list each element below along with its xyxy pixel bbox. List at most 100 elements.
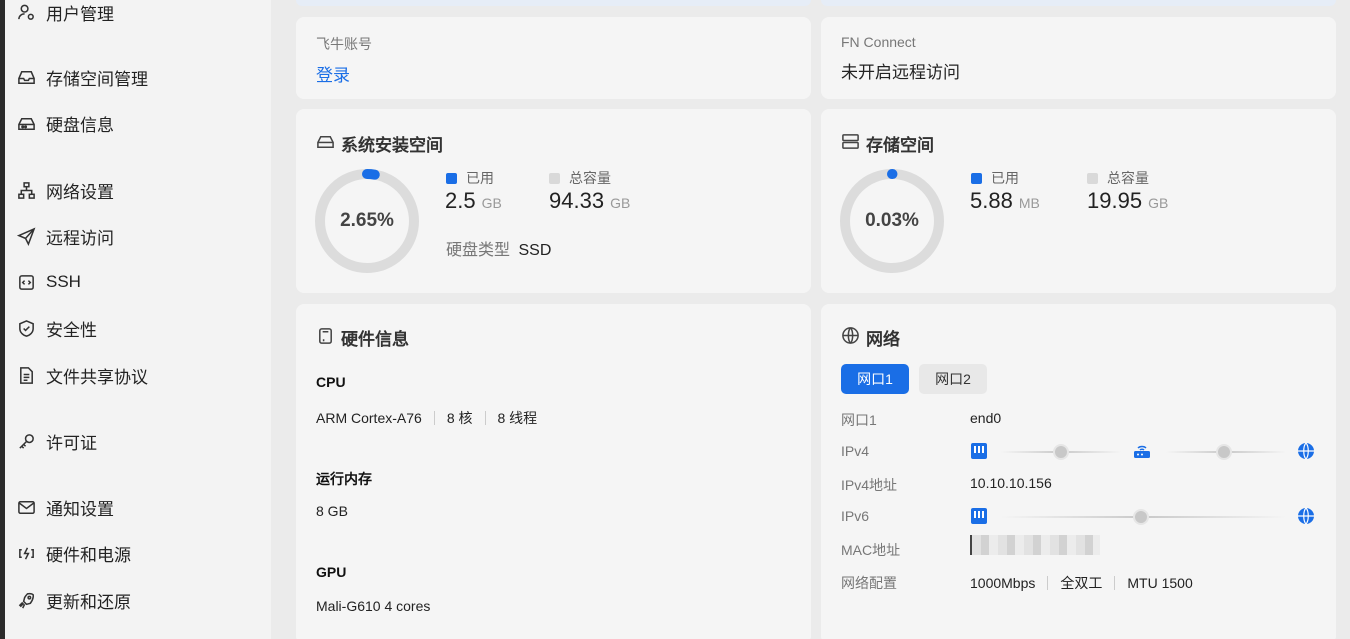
divider — [1114, 576, 1116, 590]
system-space-percent: 2.65% — [340, 210, 394, 231]
document-icon — [16, 365, 36, 385]
gpu-value: Mali-G610 4 cores — [316, 598, 431, 614]
sidebar-item-notifications[interactable]: 通知设置 — [16, 494, 114, 520]
cpu-threads: 8 线程 — [497, 410, 538, 426]
ipv4-link-node — [1216, 444, 1232, 460]
divider — [484, 411, 486, 425]
sidebar-item-hardware-power[interactable]: 硬件和电源 — [16, 540, 131, 566]
config-value: 1000Mbps 全双工 MTU 1500 — [970, 573, 1193, 593]
sidebar-item-security[interactable]: 安全性 — [16, 315, 97, 341]
used-number: 5.88 — [970, 188, 1013, 213]
power-plug-icon — [16, 543, 36, 563]
sidebar-item-label: 通知设置 — [46, 499, 114, 519]
sidebar-item-label: 更新和还原 — [46, 592, 131, 612]
ipv4-addr-label: IPv4地址 — [841, 477, 898, 493]
total-number: 94.33 — [549, 188, 605, 213]
network-tree-icon — [16, 180, 36, 200]
storage-total-value: 19.95 GB — [1087, 188, 1168, 214]
login-link[interactable]: 登录 — [316, 61, 350, 86]
used-number: 2.5 — [445, 188, 476, 213]
device-icon — [316, 326, 335, 350]
sidebar-item-update-restore[interactable]: 更新和还原 — [16, 587, 131, 613]
ipv6-link-node — [1133, 509, 1149, 525]
fn-connect-status: 未开启远程访问 — [841, 63, 960, 82]
server-icon — [841, 132, 860, 156]
total-legend-label: 总容量 — [1107, 170, 1149, 186]
storage-used-value: 5.88 MB — [970, 188, 1040, 214]
sidebar-item-label: 远程访问 — [46, 228, 114, 248]
sidebar-item-disk-info[interactable]: 硬盘信息 — [16, 110, 114, 136]
system-space-title-text: 系统安装空间 — [341, 136, 443, 155]
system-used-value: 2.5 GB — [445, 188, 502, 214]
sidebar-item-network-settings[interactable]: 网络设置 — [16, 177, 114, 203]
sidebar-item-label: 硬件和电源 — [46, 545, 131, 565]
fn-connect-label: FN Connect — [841, 34, 916, 50]
fn-connect-card: FN Connect 未开启远程访问 — [821, 17, 1336, 99]
ram-value: 8 GB — [316, 503, 348, 519]
ipv4-link-node — [1053, 444, 1069, 460]
network-title-text: 网络 — [866, 330, 900, 349]
total-legend: 总容量 — [1087, 168, 1149, 188]
total-legend-label: 总容量 — [569, 170, 611, 186]
tab-port-1[interactable]: 网口1 — [841, 364, 909, 394]
storage-space-percent: 0.03% — [865, 210, 919, 231]
sidebar-item-label: 许可证 — [46, 433, 97, 453]
total-unit: GB — [610, 195, 631, 211]
total-unit: GB — [1148, 195, 1169, 211]
sidebar-item-remote-access[interactable]: 远程访问 — [16, 223, 114, 249]
sidebar-item-user-management[interactable]: 用户管理 — [16, 0, 114, 25]
iface-label: 网口1 — [841, 412, 877, 428]
sidebar-item-file-sharing[interactable]: 文件共享协议 — [16, 362, 148, 388]
disk-type-value: SSD — [518, 242, 552, 259]
used-legend-label: 已用 — [991, 170, 1019, 186]
mac-label: MAC地址 — [841, 542, 901, 558]
divider — [1047, 576, 1049, 590]
used-legend: 已用 — [971, 168, 1019, 188]
sidebar: 用户管理 存储空间管理 硬盘信息 网络设置 远程访问 SSH 安全性 文件共享协… — [0, 0, 271, 639]
tab-port-2[interactable]: 网口2 — [919, 364, 987, 394]
system-total-value: 94.33 GB — [549, 188, 630, 214]
sidebar-item-label: 用户管理 — [46, 4, 114, 24]
sidebar-item-license[interactable]: 许可证 — [16, 428, 97, 454]
hardware-title-text: 硬件信息 — [341, 330, 409, 349]
total-legend-swatch — [549, 172, 560, 184]
shield-check-icon — [16, 318, 36, 338]
storage-tray-icon — [16, 67, 36, 87]
sidebar-item-label: SSH — [46, 272, 81, 291]
used-legend-swatch — [971, 172, 982, 184]
used-unit: MB — [1018, 195, 1040, 211]
hard-disk-icon — [316, 132, 335, 156]
mtu-value: MTU 1500 — [1127, 575, 1193, 591]
sidebar-item-ssh[interactable]: SSH — [16, 269, 81, 295]
hard-disk-icon — [16, 113, 36, 133]
nas-device-icon — [971, 508, 987, 524]
used-unit: GB — [481, 195, 502, 211]
cpu-value: ARM Cortex-A76 8 核 8 线程 — [316, 408, 537, 428]
previous-card-bottom — [296, 0, 811, 6]
sidebar-item-label: 硬盘信息 — [46, 115, 114, 135]
total-legend-swatch — [1087, 172, 1098, 184]
gpu-label: GPU — [316, 564, 347, 580]
ipv4-label: IPv4 — [841, 443, 870, 459]
account-label: 飞牛账号 — [316, 36, 372, 52]
router-icon — [1134, 445, 1150, 458]
ipv6-label: IPv6 — [841, 508, 870, 524]
previous-card-bottom — [821, 0, 1336, 6]
system-space-card: 系统安装空间 2.65% 已用 2.5 GB 总容量 94.33 GB 硬盘类型 S… — [296, 109, 811, 293]
account-card: 飞牛账号 登录 — [296, 17, 811, 99]
used-legend-label: 已用 — [466, 170, 494, 186]
used-legend-swatch — [446, 172, 457, 184]
sidebar-item-label: 文件共享协议 — [46, 367, 148, 387]
total-legend: 总容量 — [549, 168, 611, 188]
rocket-icon — [16, 590, 36, 610]
sidebar-item-storage-management[interactable]: 存储空间管理 — [16, 64, 148, 90]
code-bracket-icon — [16, 272, 36, 292]
disk-type: 硬盘类型 SSD — [446, 236, 551, 260]
used-legend: 已用 — [446, 168, 494, 188]
total-number: 19.95 — [1087, 188, 1143, 213]
ipv4-addr-value: 10.10.10.156 — [970, 475, 1052, 491]
sidebar-item-label: 网络设置 — [46, 182, 114, 202]
sidebar-item-label: 存储空间管理 — [46, 69, 148, 89]
nas-device-icon — [971, 443, 987, 459]
user-settings-icon — [16, 2, 36, 22]
